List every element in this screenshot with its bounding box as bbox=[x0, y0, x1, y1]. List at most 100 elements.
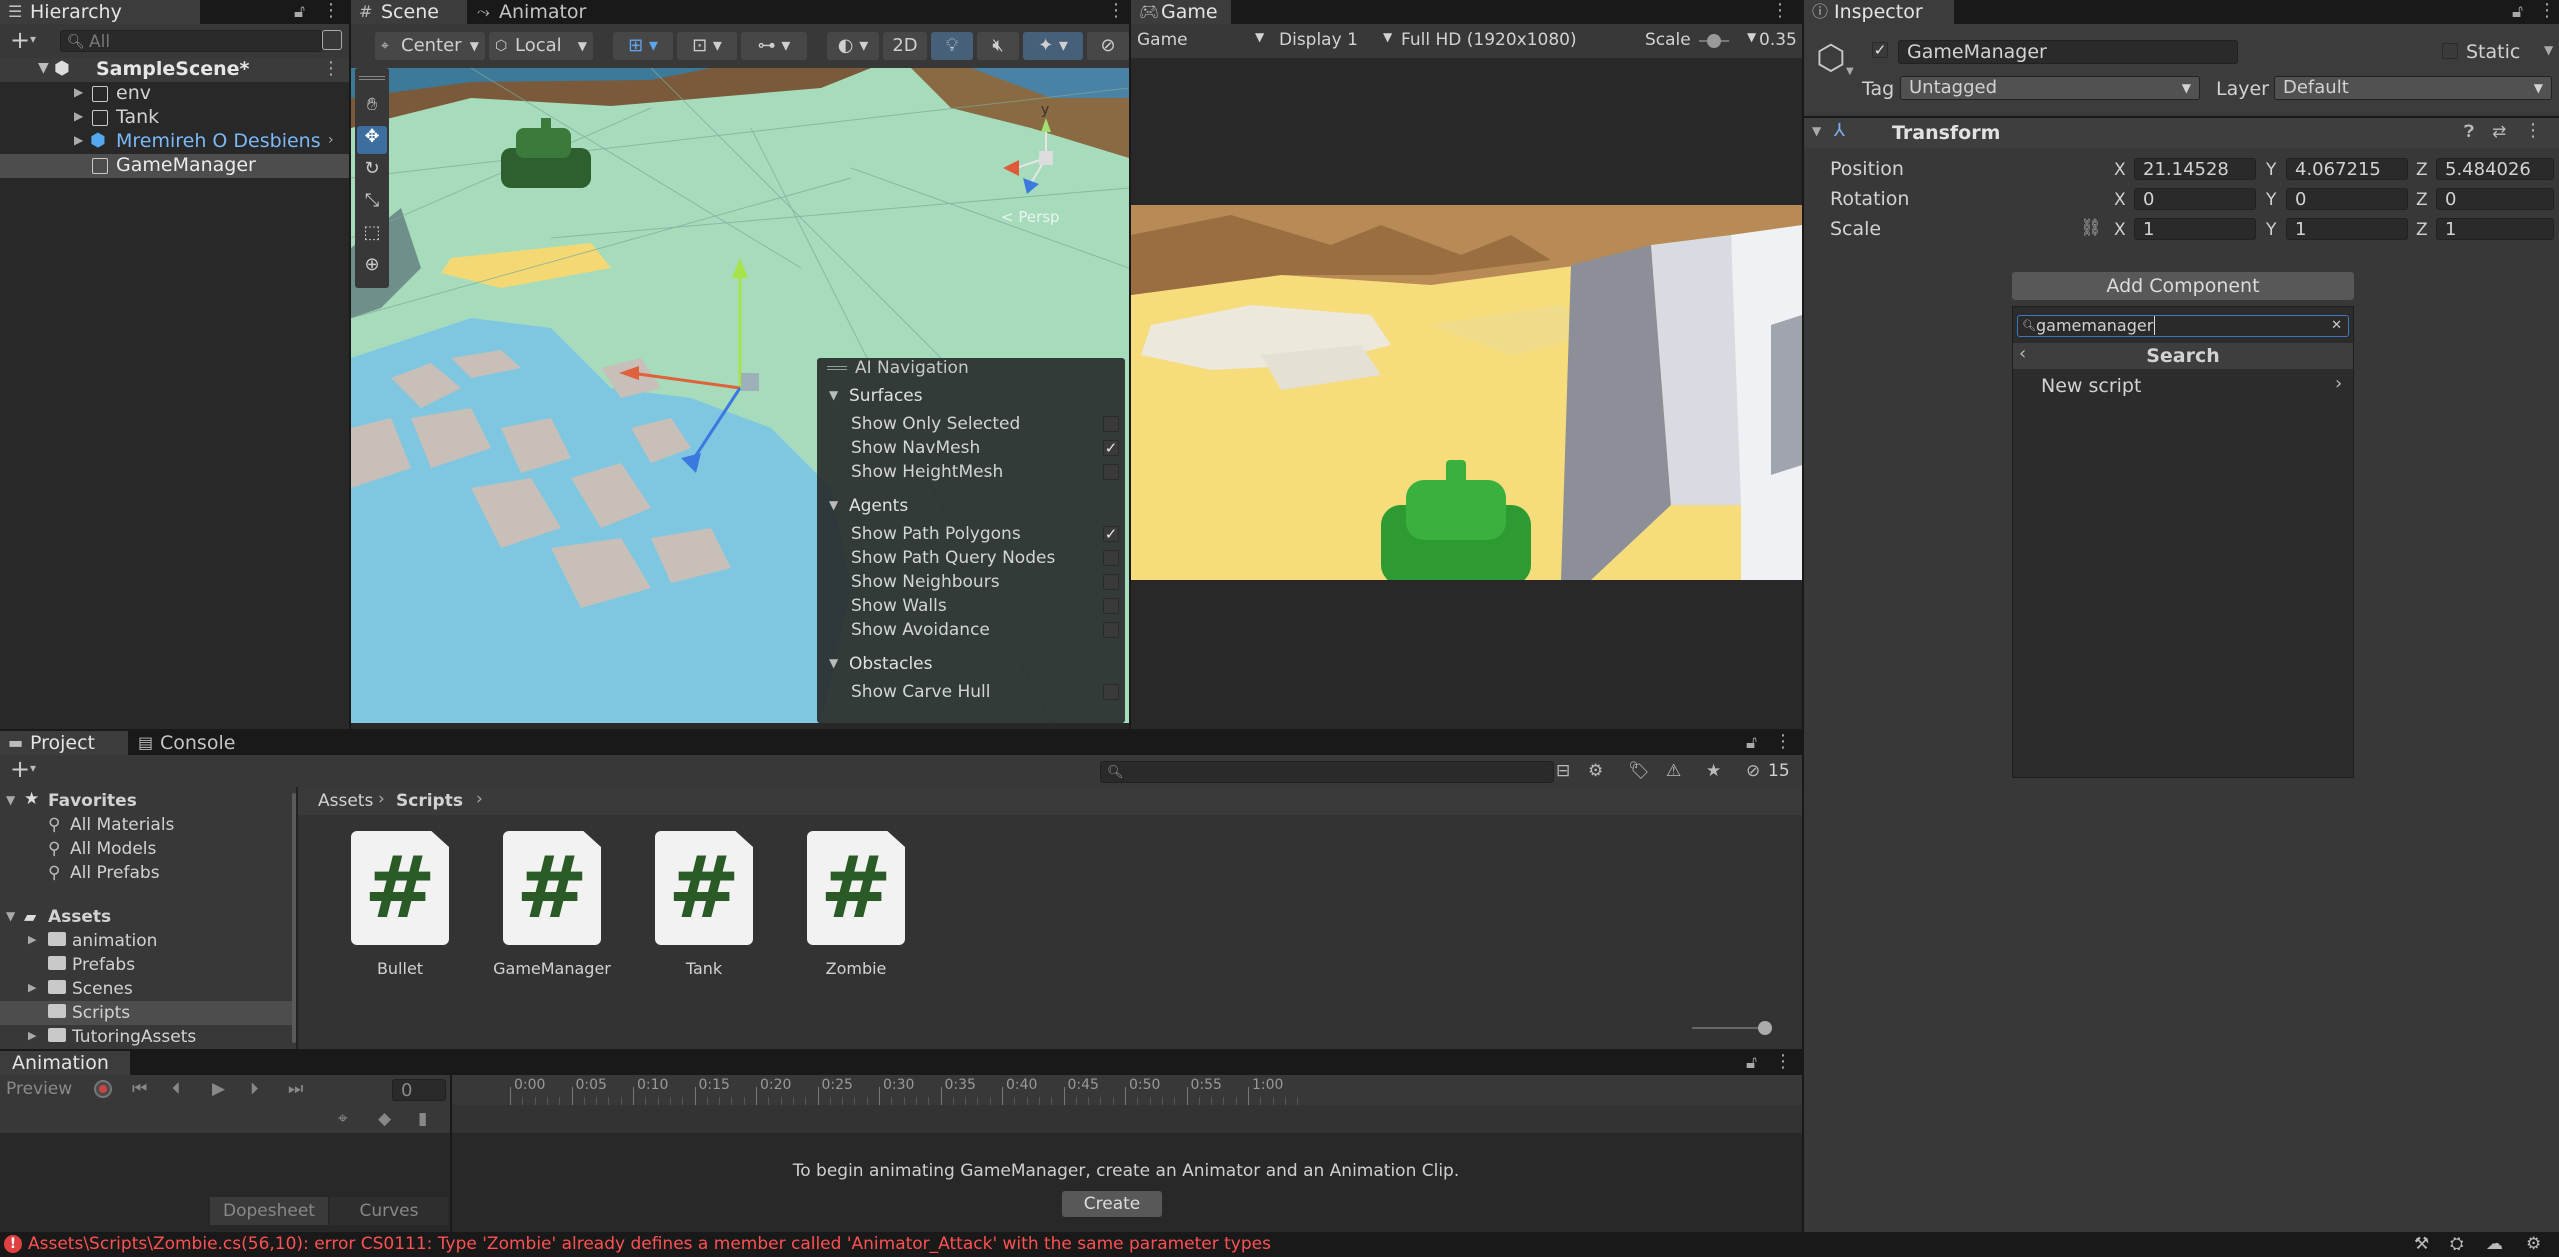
folder-item[interactable]: Scripts bbox=[0, 1001, 292, 1025]
more-menu-icon[interactable]: ⋮ bbox=[1771, 0, 1789, 21]
script-asset[interactable]: # Tank bbox=[634, 831, 774, 1001]
favorites-header[interactable]: ▼ ★ Favorites bbox=[0, 789, 292, 813]
effects-toggle[interactable]: ✦ ▾ bbox=[1023, 32, 1083, 60]
rect-tool-icon[interactable]: ⬚ bbox=[357, 222, 387, 250]
position-x-field[interactable]: 21.14528 bbox=[2134, 158, 2256, 180]
hierarchy-item-env[interactable]: ▶ env bbox=[0, 82, 349, 106]
lock-icon[interactable]: 🔓︎ bbox=[294, 2, 305, 22]
drag-handle[interactable] bbox=[827, 366, 847, 370]
next-key-icon[interactable]: ⏵︎ bbox=[250, 1079, 259, 1099]
tab-scene[interactable]: # Scene bbox=[351, 0, 467, 24]
hand-tool-icon[interactable]: ✋︎ bbox=[357, 94, 387, 122]
chevron-right-icon[interactable]: › bbox=[328, 132, 334, 148]
search-options-icon[interactable] bbox=[322, 30, 342, 50]
lock-icon[interactable]: 🔓︎ bbox=[1746, 733, 1757, 753]
overlay-option-row[interactable]: Show Path Query Nodes bbox=[817, 546, 1125, 570]
more-menu-icon[interactable]: ⋮ bbox=[1107, 0, 1125, 21]
hierarchy-search-input[interactable]: 🔍︎ All bbox=[60, 30, 322, 52]
expand-arrow-icon[interactable]: ▶ bbox=[74, 133, 83, 147]
add-event-icon[interactable]: ◆ bbox=[378, 1109, 391, 1129]
expand-arrow-icon[interactable]: ▼ bbox=[6, 909, 15, 923]
script-asset[interactable]: # GameManager bbox=[482, 831, 622, 1001]
event-marker-icon[interactable]: ▮ bbox=[418, 1109, 427, 1129]
event-track[interactable] bbox=[450, 1105, 1802, 1133]
axis-x-label[interactable]: X bbox=[2114, 220, 2126, 240]
new-script-item[interactable]: New script › bbox=[2013, 373, 2353, 399]
assets-header[interactable]: ▼ ▰ Assets bbox=[0, 905, 292, 929]
perspective-label[interactable]: < Persp bbox=[1001, 208, 1060, 226]
error-message[interactable]: Assets\Scripts\Zombie.cs(56,10): error C… bbox=[28, 1234, 1271, 1254]
scale-slider-thumb[interactable] bbox=[1707, 34, 1721, 48]
hierarchy-item-tank[interactable]: ▶ Tank bbox=[0, 106, 349, 130]
rotation-y-field[interactable]: 0 bbox=[2286, 188, 2408, 210]
preset-icon[interactable]: ⇄ bbox=[2492, 122, 2506, 142]
hierarchy-item-gamemanager[interactable]: GameManager bbox=[0, 154, 349, 178]
frame-field[interactable]: 0 bbox=[392, 1079, 446, 1101]
expand-arrow-icon[interactable]: ▶ bbox=[28, 933, 36, 946]
more-menu-icon[interactable]: ⋮ bbox=[2538, 0, 2556, 21]
create-button[interactable]: Create bbox=[1062, 1191, 1162, 1217]
move-tool-icon[interactable]: ✥ bbox=[357, 126, 387, 154]
lock-icon[interactable]: 🔓︎ bbox=[1746, 1053, 1757, 1073]
chevron-down-icon[interactable]: ▾ bbox=[30, 761, 36, 775]
ruler-button[interactable]: ⊶ ▾ bbox=[741, 32, 807, 60]
overlay-section-header[interactable]: ▼ Surfaces bbox=[817, 384, 1125, 408]
space-dropdown[interactable]: ⬡ Local ▼ bbox=[489, 32, 593, 60]
tab-project[interactable]: ▬ Project bbox=[0, 731, 128, 755]
scene-viewport[interactable]: y < Persp ✋︎ ✥ ↻ ⤡ ⬚ ⊕ AI Navigation ▼ S… bbox=[351, 68, 1129, 723]
more-menu-icon[interactable]: ⋮ bbox=[322, 0, 340, 21]
axis-y-label[interactable]: Y bbox=[2266, 160, 2276, 180]
audio-toggle[interactable]: 🔇︎ bbox=[977, 32, 1019, 60]
object-name-field[interactable]: GameManager bbox=[1898, 40, 2238, 64]
axis-x-label[interactable]: X bbox=[2114, 190, 2126, 210]
display-dropdown[interactable]: Display 1 ▼ bbox=[1279, 30, 1393, 50]
collapse-arrow-icon[interactable]: ▼ bbox=[829, 498, 838, 512]
curves-tab[interactable]: Curves bbox=[330, 1197, 448, 1225]
overlay-checkbox[interactable] bbox=[1103, 622, 1119, 638]
axis-y-label[interactable]: Y bbox=[2266, 190, 2276, 210]
star-icon[interactable]: ★ bbox=[1706, 761, 1721, 781]
draw-mode-button[interactable]: ◐ ▾ bbox=[827, 32, 879, 60]
overlay-checkbox[interactable] bbox=[1103, 550, 1119, 566]
folder-item[interactable]: ▶ animation bbox=[0, 929, 292, 953]
icon-size-slider-thumb[interactable] bbox=[1758, 1021, 1772, 1035]
overlay-option-row[interactable]: Show Only Selected bbox=[817, 412, 1125, 436]
chevron-down-icon[interactable]: ▾ bbox=[30, 32, 36, 46]
axis-z-label[interactable]: Z bbox=[2416, 160, 2428, 180]
axis-x-label[interactable]: X bbox=[2114, 160, 2126, 180]
layer-dropdown[interactable]: Default ▼ bbox=[2274, 76, 2552, 100]
axis-z-label[interactable]: Z bbox=[2416, 190, 2428, 210]
overlay-option-row[interactable]: Show Neighbours bbox=[817, 570, 1125, 594]
overlay-checkbox[interactable] bbox=[1103, 574, 1119, 590]
favorite-item[interactable]: ⚲ All Models bbox=[0, 837, 292, 861]
static-checkbox[interactable] bbox=[2442, 43, 2458, 59]
collapse-arrow-icon[interactable]: ▼ bbox=[1812, 124, 1821, 138]
tab-animation[interactable]: Animation bbox=[0, 1051, 130, 1075]
folder-item[interactable]: Prefabs bbox=[0, 953, 292, 977]
expand-arrow-icon[interactable]: ▶ bbox=[28, 1029, 36, 1042]
snap-increment-button[interactable]: ⊡ ▾ bbox=[677, 32, 737, 60]
expand-arrow-icon[interactable]: ▶ bbox=[74, 109, 83, 123]
overlay-option-row[interactable]: Show Carve Hull bbox=[817, 680, 1125, 704]
folder-item[interactable]: ▶ TutoringAssets bbox=[0, 1025, 292, 1049]
timeline-ruler[interactable]: 0:00 0:05 0:10 0:15 0:20 0:25 0:30 0:35 … bbox=[450, 1075, 1802, 1105]
overlay-option-row[interactable]: Show HeightMesh bbox=[817, 460, 1125, 484]
2d-toggle[interactable]: 2D bbox=[883, 32, 927, 60]
help-icon[interactable]: ❓︎ bbox=[2464, 122, 2474, 142]
add-keyframe-icon[interactable]: ⌖ bbox=[338, 1109, 348, 1129]
component-search-input[interactable]: 🔍︎ gamemanager ✕ bbox=[2017, 315, 2349, 337]
overlay-option-row[interactable]: Show Walls bbox=[817, 594, 1125, 618]
icon-dropdown-icon[interactable]: ▼ bbox=[1846, 66, 1854, 77]
rotation-x-field[interactable]: 0 bbox=[2134, 188, 2256, 210]
hierarchy-item-mremireh[interactable]: ▶ ⬢ Mremireh O Desbiens › bbox=[0, 130, 349, 154]
record-button[interactable] bbox=[94, 1080, 112, 1098]
collab-icon[interactable]: ☁︎ bbox=[2486, 1234, 2503, 1254]
expand-arrow-icon[interactable]: ▶ bbox=[28, 981, 36, 994]
favorite-item[interactable]: ⚲ All Prefabs bbox=[0, 861, 292, 885]
collapse-arrow-icon[interactable]: ▼ bbox=[829, 388, 838, 402]
progress-icon[interactable]: ⛭ bbox=[2450, 1234, 2464, 1254]
axis-z-label[interactable]: Z bbox=[2416, 220, 2428, 240]
last-key-icon[interactable]: ⏭︎ bbox=[288, 1079, 303, 1099]
warning-filter-icon[interactable]: ⚠︎ bbox=[1666, 761, 1681, 781]
add-icon[interactable]: + bbox=[10, 755, 30, 783]
